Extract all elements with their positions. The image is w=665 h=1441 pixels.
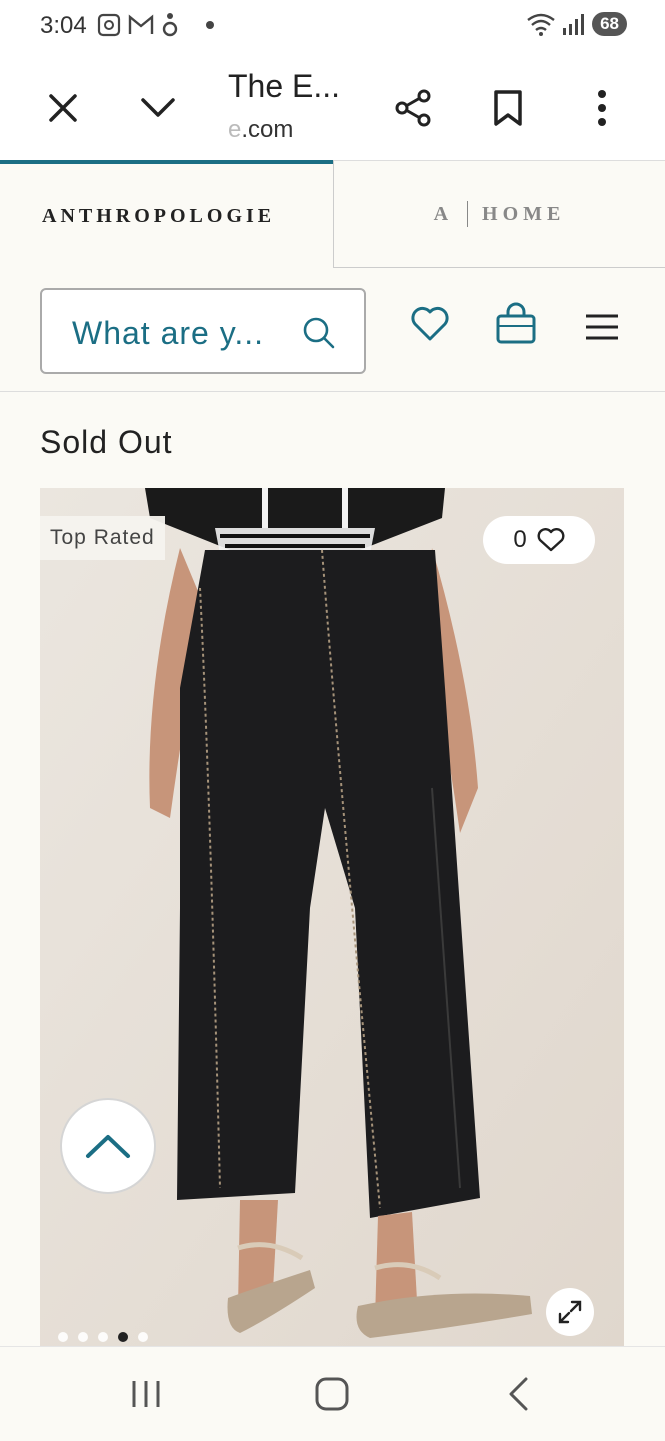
bookmark-button[interactable] bbox=[480, 80, 536, 136]
tab-anthropologie[interactable]: ANTHROPOLOGIE bbox=[0, 160, 333, 268]
favorite-button[interactable]: 0 bbox=[483, 516, 595, 564]
page-title[interactable]: The E... bbox=[228, 68, 340, 105]
chevron-up-icon bbox=[86, 1135, 130, 1158]
carousel-dot[interactable] bbox=[98, 1332, 108, 1342]
tab-a-home[interactable]: A HOME bbox=[333, 160, 665, 268]
carousel-dot[interactable] bbox=[138, 1332, 148, 1342]
top-rated-badge: Top Rated bbox=[40, 516, 165, 560]
carousel-dot[interactable] bbox=[58, 1332, 68, 1342]
url-prefix: e bbox=[228, 116, 242, 143]
browser-toolbar: The E... e.com bbox=[0, 56, 665, 160]
home-button[interactable] bbox=[304, 1369, 360, 1419]
more-vert-icon bbox=[598, 90, 606, 126]
status-system-icons: 68 bbox=[526, 12, 627, 36]
expand-icon bbox=[558, 1300, 582, 1324]
more-options-button[interactable] bbox=[574, 80, 630, 136]
tab-anthropologie-label: ANTHROPOLOGIE bbox=[42, 204, 276, 227]
scroll-to-top-button[interactable] bbox=[60, 1098, 156, 1194]
search-box[interactable] bbox=[40, 288, 366, 374]
battery-level: 68 bbox=[592, 12, 627, 36]
tab-home-label: HOME bbox=[482, 202, 566, 225]
wifi-icon bbox=[527, 13, 555, 36]
site-header bbox=[0, 268, 665, 392]
heart-icon bbox=[537, 528, 565, 552]
minimize-button[interactable] bbox=[130, 80, 186, 136]
recents-button[interactable] bbox=[118, 1369, 174, 1419]
product-photo-pants bbox=[40, 488, 624, 1346]
search-icon[interactable] bbox=[302, 316, 336, 350]
tab-home-divider bbox=[467, 201, 469, 227]
close-icon bbox=[49, 94, 77, 122]
android-nav-bar bbox=[0, 1346, 665, 1441]
back-button[interactable] bbox=[490, 1369, 546, 1419]
tab-home-a-label: A bbox=[433, 202, 454, 225]
more-notifications-dot bbox=[206, 21, 214, 29]
share-icon bbox=[395, 89, 431, 127]
close-button[interactable] bbox=[35, 80, 91, 136]
search-input[interactable] bbox=[70, 310, 294, 356]
wishlist-heart-icon[interactable] bbox=[410, 306, 450, 342]
accessibility-icon bbox=[162, 13, 178, 37]
back-icon bbox=[509, 1377, 528, 1411]
home-icon bbox=[315, 1377, 349, 1411]
carousel-dot[interactable] bbox=[78, 1332, 88, 1342]
favorites-count: 0 bbox=[513, 526, 527, 553]
share-button[interactable] bbox=[385, 80, 441, 136]
screenshot-icon bbox=[97, 13, 121, 37]
product-image[interactable]: Top Rated 0 bbox=[40, 488, 624, 1346]
gmail-icon bbox=[128, 14, 154, 34]
url-suffix: .com bbox=[241, 116, 294, 143]
chevron-down-icon bbox=[141, 98, 175, 117]
carousel-dots bbox=[58, 1332, 148, 1342]
hamburger-menu-icon[interactable] bbox=[585, 314, 619, 340]
recents-icon bbox=[132, 1381, 160, 1407]
bookmark-icon bbox=[494, 90, 522, 126]
status-time: 3:04 bbox=[40, 12, 87, 39]
signal-icon bbox=[563, 14, 585, 35]
brand-tabs: ANTHROPOLOGIE A HOME bbox=[0, 160, 665, 268]
sold-out-label: Sold Out bbox=[40, 424, 173, 460]
shopping-bag-icon[interactable] bbox=[495, 302, 537, 346]
page-url[interactable]: e.com bbox=[228, 116, 293, 144]
carousel-dot-active[interactable] bbox=[118, 1332, 128, 1342]
status-bar: 3:04 68 bbox=[0, 0, 665, 56]
status-notification-icons bbox=[96, 12, 214, 38]
expand-image-button[interactable] bbox=[546, 1288, 594, 1336]
